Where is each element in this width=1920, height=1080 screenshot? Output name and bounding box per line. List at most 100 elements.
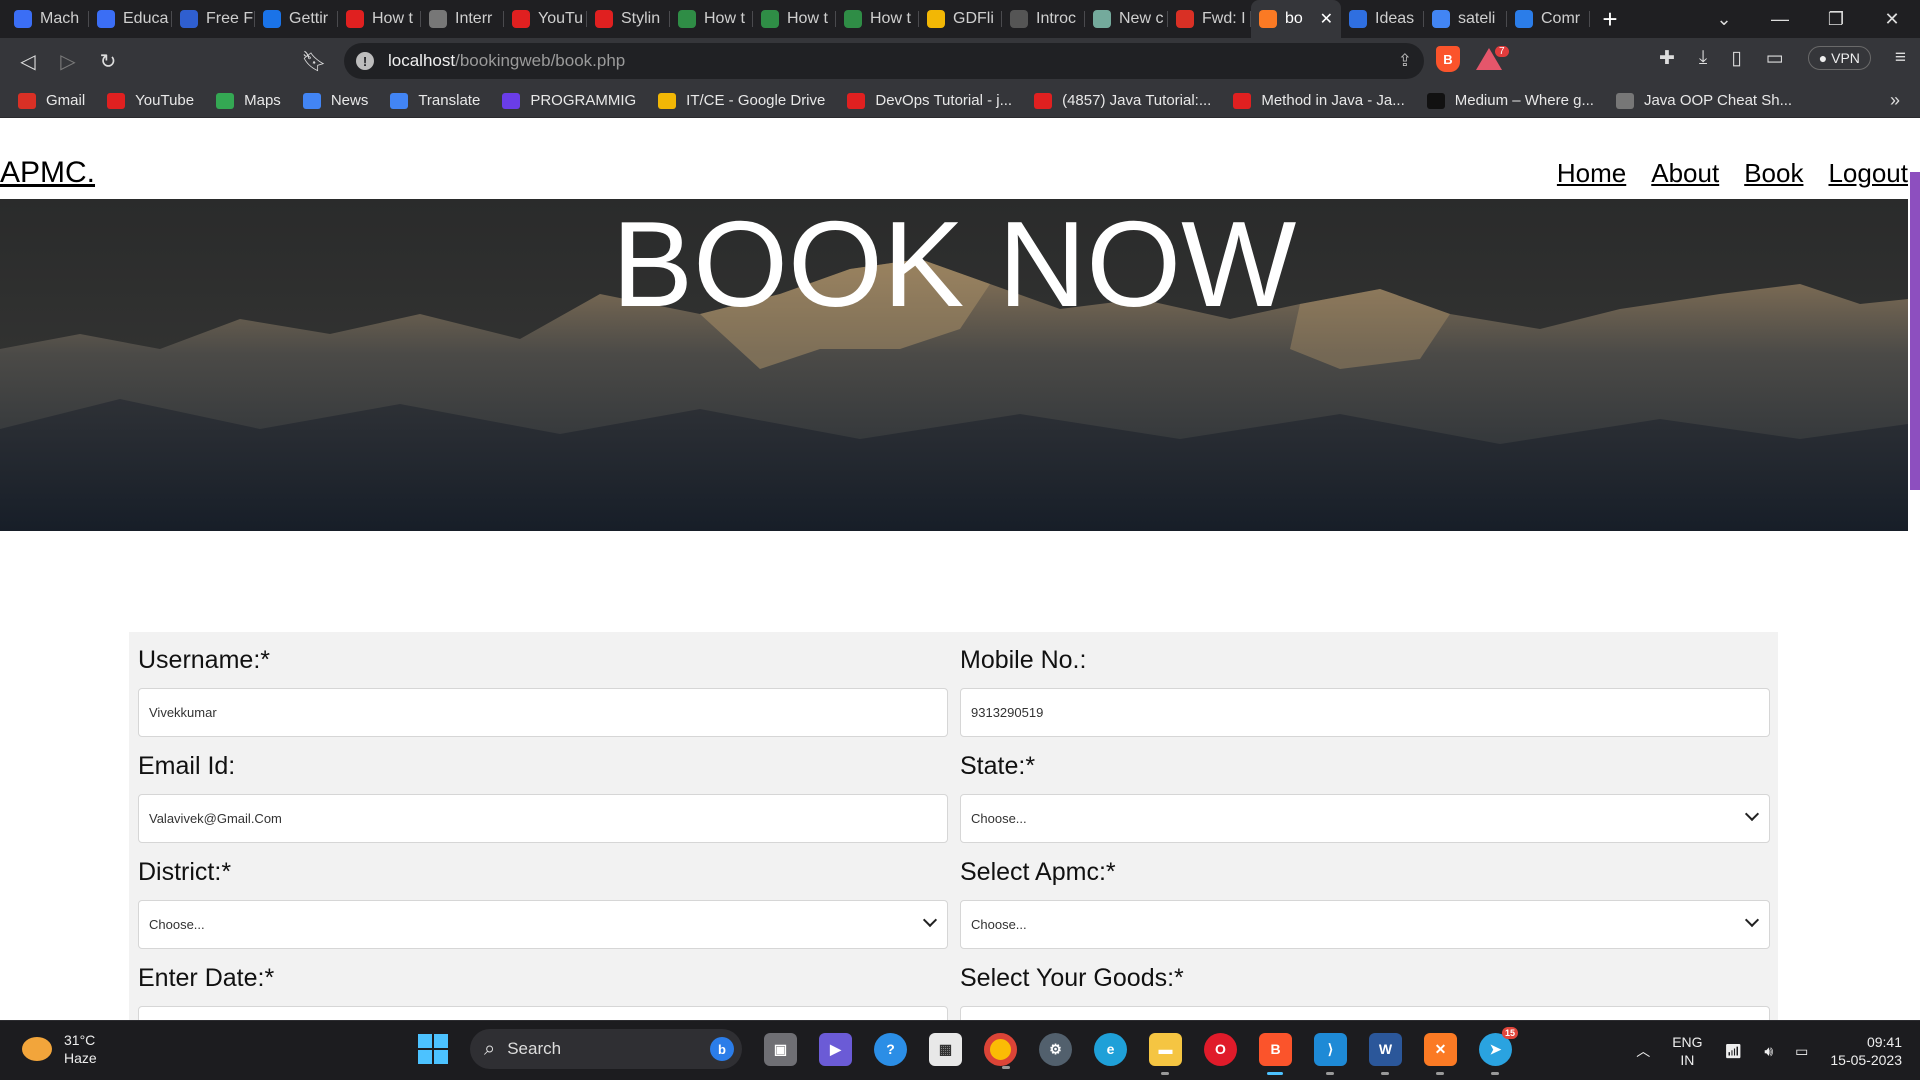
vpn-button[interactable]: ● VPN [1807,46,1871,70]
browser-tab[interactable]: Ideas [1341,0,1424,38]
username-input[interactable]: Vivekkumar [138,688,948,737]
bookmark-item[interactable]: DevOps Tutorial - j... [847,92,1012,109]
nav-about[interactable]: About [1651,158,1719,189]
word-icon[interactable]: W [1369,1032,1402,1075]
browser-tab[interactable]: Mach [6,0,89,38]
bookmark-item[interactable]: Java OOP Cheat Sh... [1615,92,1792,109]
browser-tab[interactable]: bo ✕ [1251,0,1341,38]
bookmark-item[interactable]: Translate [390,92,480,109]
extensions-icon[interactable]: ✚ [1659,47,1675,70]
telegram-icon[interactable]: ➤ 15 [1479,1026,1518,1075]
browser-tab-bar: Mach Educa Free F Gettir How t Interr YouTu Sty… [0,0,1920,38]
site-header: APMC. Home About Book Logout [0,118,1910,198]
file-explorer-icon[interactable]: ▬ [1149,1032,1182,1075]
browser-tab[interactable]: Interr [421,0,504,38]
url-host: localhost [388,51,456,70]
language-indicator[interactable]: ENG IN [1672,1033,1702,1069]
bookmark-item[interactable]: IT/CE - Google Drive [658,92,825,109]
browser-tab[interactable]: How t [753,0,836,38]
news-icon [302,92,321,109]
bookmark-label: (4857) Java Tutorial:... [1062,92,1212,109]
bookmark-item[interactable]: (4857) Java Tutorial:... [1034,92,1211,109]
browser-tab[interactable]: How t [338,0,421,38]
teams-chat-icon[interactable]: ▶ [819,1032,852,1066]
bookmark-icon[interactable]: 🔖︎ [294,41,334,81]
new-tab-button[interactable]: + [1590,0,1630,38]
browser-tab[interactable]: New c [1085,0,1168,38]
bookmark-label: PROGRAMMIG [530,92,637,109]
browser-tab[interactable]: sateli [1424,0,1507,38]
site-info-icon[interactable]: ! [356,52,374,70]
task-view-icon[interactable]: ▣ [764,1032,797,1066]
page-scrollbar[interactable] [1910,172,1920,490]
browser-tab[interactable]: Educa [89,0,172,38]
brave-rewards-icon[interactable]: 7 [1476,46,1509,70]
address-bar[interactable]: ! localhost/bookingweb/book.php ⇪ [344,43,1424,79]
browser-tab[interactable]: Fwd: I [1168,0,1251,38]
brave-shields-icon[interactable]: B [1436,46,1460,72]
sidebar-icon[interactable]: ▯ [1731,47,1741,70]
browser-toolbar: ◁ ▷ ↻ 🔖︎ ! localhost/bookingweb/book.php… [0,38,1920,84]
share-icon[interactable]: ⇪ [1398,51,1412,71]
district-select[interactable]: Choose... [138,900,948,949]
nav-book[interactable]: Book [1744,158,1803,189]
paint-icon[interactable]: ▦ [929,1032,962,1066]
date-input[interactable] [138,1006,948,1020]
back-icon[interactable]: ◁ [8,41,48,81]
brave-browser-icon[interactable]: B [1259,1032,1292,1075]
browser-tab[interactable]: YouTu [504,0,587,38]
xampp-icon[interactable]: ✕ [1424,1032,1457,1075]
taskbar-search[interactable]: ⌕ Search b [470,1029,742,1069]
email-input[interactable]: Valavivek@Gmail.Com [138,794,948,843]
browser-tab[interactable]: Introc [1002,0,1085,38]
volume-icon[interactable]: 🔊︎ [1764,1043,1773,1060]
bookmark-item[interactable]: Gmail [18,92,85,109]
site-logo[interactable]: APMC. [0,156,95,190]
browser-tab[interactable]: How t [670,0,753,38]
forward-icon[interactable]: ▷ [48,41,88,81]
get-help-icon[interactable]: ? [874,1032,907,1066]
settings-gear-icon[interactable]: ⚙ [1039,1032,1072,1066]
browser-tab[interactable]: GDFli [919,0,1002,38]
reload-icon[interactable]: ↻ [88,41,128,81]
weather-widget[interactable]: 31°C Haze [22,1031,97,1067]
browser-tab[interactable]: Comr [1507,0,1590,38]
vscode-icon[interactable]: ⟩ [1314,1032,1347,1075]
windows-start-icon[interactable] [418,1034,448,1064]
bookmark-item[interactable]: Method in Java - Ja... [1233,92,1405,109]
bookmark-item[interactable]: Maps [216,92,281,109]
bing-icon[interactable]: b [710,1037,734,1061]
more-bookmarks-icon[interactable]: » [1890,90,1900,111]
maximize-icon[interactable]: ❐ [1808,9,1864,30]
minimize-icon[interactable]: — [1752,9,1808,30]
nav-home[interactable]: Home [1557,158,1626,189]
opera-icon[interactable]: O [1204,1032,1237,1066]
clock[interactable]: 09:41 15-05-2023 [1830,1033,1902,1069]
goods-select[interactable] [960,1006,1770,1020]
nav-logout[interactable]: Logout [1828,158,1908,189]
battery-icon[interactable]: ▭ [1795,1043,1808,1060]
browser-tab[interactable]: Free F [172,0,255,38]
menu-icon[interactable]: ≡ [1895,47,1906,69]
edge-icon[interactable]: e [1094,1032,1127,1066]
browser-tab[interactable]: Stylin [587,0,670,38]
bookmark-item[interactable]: PROGRAMMIG [502,92,636,109]
download-icon[interactable]: ⤓ [1699,47,1707,69]
apmc-select[interactable]: Choose... [960,900,1770,949]
close-window-icon[interactable]: ✕ [1864,9,1920,30]
wifi-icon[interactable]: 📶︎ [1725,1043,1743,1060]
browser-tab[interactable]: How t [836,0,919,38]
chevron-up-icon[interactable]: ︿ [1636,1041,1650,1061]
chrome-icon[interactable] [984,1032,1017,1069]
close-tab-icon[interactable]: ✕ [1320,9,1333,29]
bookmark-item[interactable]: Medium – Where g... [1426,92,1594,109]
mobile-input[interactable]: 9313290519 [960,688,1770,737]
bookmark-item[interactable]: News [302,92,368,109]
wallet-icon[interactable]: ▭ [1766,47,1784,70]
xampp-icon [1259,10,1277,28]
bookmark-item[interactable]: YouTube [107,92,194,109]
tab-title: How t [704,10,745,27]
state-select[interactable]: Choose... [960,794,1770,843]
browser-tab[interactable]: Gettir [255,0,338,38]
tab-search-chevron-icon[interactable]: ⌄ [1696,9,1752,30]
